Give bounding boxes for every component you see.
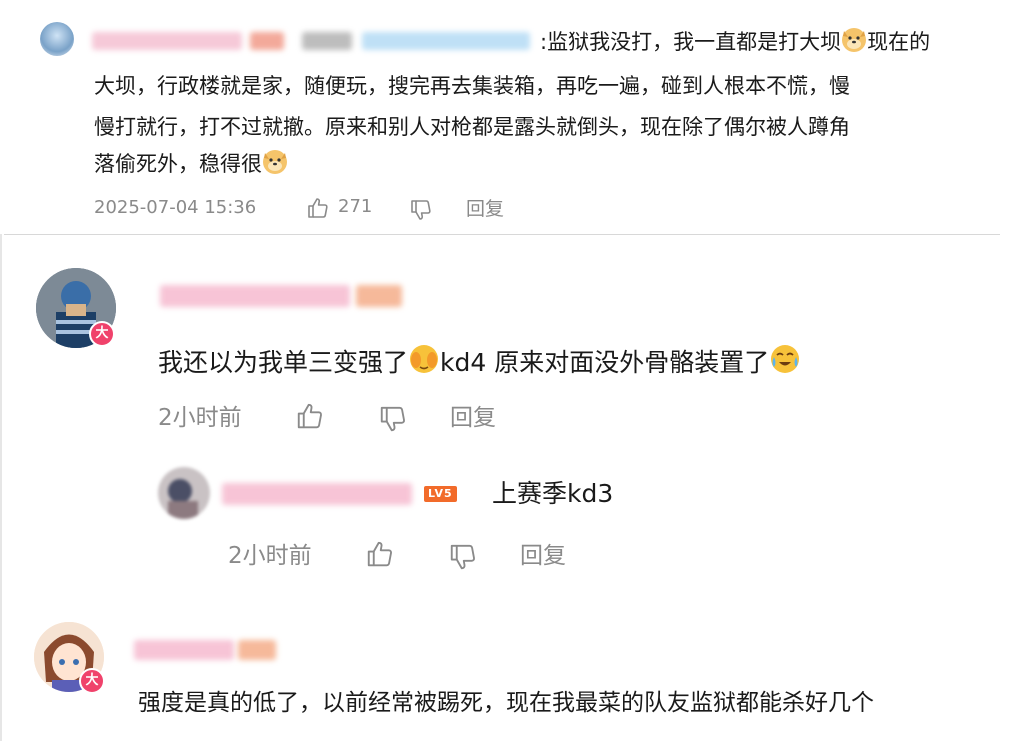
vip-badge: 大 [79,668,105,694]
reply-button[interactable]: 回复 [466,197,504,221]
reply-button[interactable]: 回复 [520,541,566,571]
username-blurred[interactable] [134,640,234,660]
doge-emoji-icon [841,27,867,62]
facepalm-emoji-icon [408,343,440,385]
reply-username-blurred[interactable] [222,483,412,505]
comment-text-b: kd4 原来对面没外骨骼装置了 [440,348,770,377]
comment-text: 我还以为我单三变强了 kd4 原来对面没外骨骼装置了 [158,343,801,385]
comment-text-line3: 慢打就行，打不过就撤。原来和别人对枪都是露头就倒头，现在除了偶尔被人蹲角 [94,115,850,139]
crying-laugh-emoji-icon [769,343,801,385]
reply-timestamp: 2小时前 [228,543,312,569]
comment-text: :监狱我没打，我一直都是打大坝 现在的 [540,26,930,62]
vip-badge: 大 [89,321,115,347]
level-badge: LV5 [424,486,457,502]
reply-text: 上赛季kd3 [492,479,614,508]
timestamp: 2小时前 [158,405,242,431]
doge-emoji-icon [262,149,288,184]
username-blurred[interactable] [92,32,242,50]
thumbs-up-icon[interactable] [306,196,330,220]
timestamp: 2025-07-04 15:36 [94,197,257,218]
comment-text-a: 我还以为我单三变强了 [158,348,409,377]
like-count: 271 [338,196,373,217]
comment-1: :监狱我没打，我一直都是打大坝 现在的 大坝，行政楼就是家，随便玩，搜完再去集装箱… [0,0,1019,234]
thumbs-up-icon[interactable] [365,539,395,569]
thumbs-down-icon[interactable] [448,542,478,572]
username-blurred-3 [302,32,352,50]
username-blurred-2 [238,640,276,660]
username-blurred-2 [356,285,402,307]
comment-3: 大 强度是真的低了，以前经常被踢死，现在我最菜的队友监狱都能杀好几个 [0,600,1019,741]
username-blurred[interactable] [160,285,350,307]
reply-avatar[interactable] [158,467,210,519]
thumbs-up-icon[interactable] [295,401,325,431]
reply-target-blurred[interactable] [362,32,530,50]
avatar[interactable] [40,22,74,56]
comment-text-line4: 落偷死外，稳得很 [94,152,262,176]
thumbs-down-icon[interactable] [378,404,408,434]
username-blurred-2 [250,32,284,50]
comment-text-line4-wrap: 落偷死外，稳得很 [94,148,288,184]
comment-text-line1b: 现在的 [867,30,931,54]
comment-2: 大 我还以为我单三变强了 kd4 原来对面没外骨骼装置了 2小时前 回复 LV5 … [0,235,1019,590]
thumbs-down-icon[interactable] [409,198,433,222]
reply-button[interactable]: 回复 [450,403,496,433]
comment-text-line1: :监狱我没打，我一直都是打大坝 [540,30,842,54]
comment-text: 强度是真的低了，以前经常被踢死，现在我最菜的队友监狱都能杀好几个 [138,690,874,716]
comment-text-line2: 大坝，行政楼就是家，随便玩，搜完再去集装箱，再吃一遍，碰到人根本不慌，慢 [94,74,850,98]
